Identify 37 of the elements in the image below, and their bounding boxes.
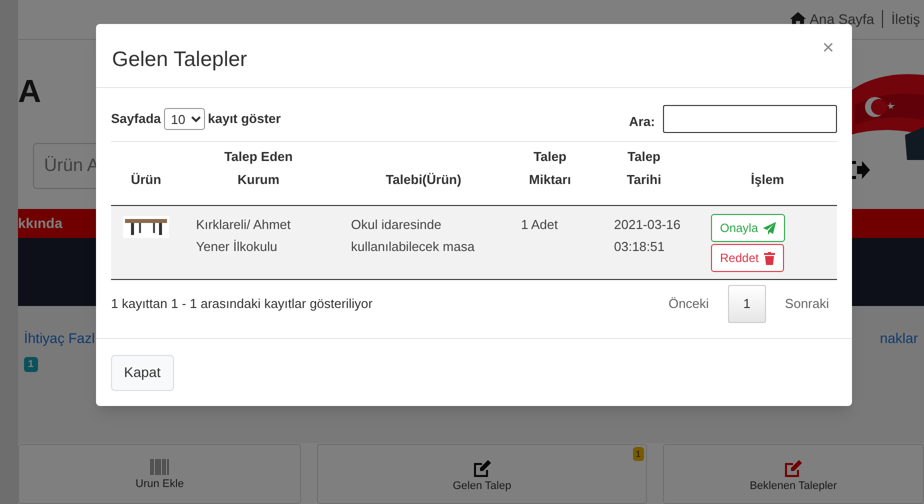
nav-link[interactable]: İletiş bbox=[891, 8, 920, 30]
pagination-button[interactable]: Önceki bbox=[660, 284, 717, 322]
column-header[interactable]: Talep Eden Kurum bbox=[216, 145, 302, 191]
column-header[interactable]: Talep Miktarı bbox=[525, 145, 575, 191]
page-size-select[interactable]: 10 bbox=[164, 108, 205, 130]
nav-link[interactable]: kkında bbox=[18, 213, 62, 234]
dashboard-card[interactable]: Gelen Talep 1 bbox=[317, 444, 647, 504]
column-header[interactable]: Ürün bbox=[130, 168, 162, 191]
column-header[interactable]: Talep Tarihi bbox=[619, 145, 669, 191]
pagination-button[interactable]: Sonraki bbox=[776, 284, 837, 322]
column-header[interactable]: Talebi(Ürün) bbox=[386, 168, 462, 191]
barcode-icon bbox=[150, 459, 170, 475]
approve-button[interactable]: Onayla bbox=[711, 214, 786, 242]
table-info: 1 kayıttan 1 - 1 arasındaki kayıtlar gösteriliyor bbox=[111, 294, 373, 313]
length-label: Sayfada bbox=[111, 110, 161, 128]
search-label: Ara: bbox=[628, 113, 655, 132]
modal-title: Gelen Talepler bbox=[112, 46, 248, 73]
trash-icon bbox=[764, 252, 775, 264]
close-button[interactable]: Kapat bbox=[111, 354, 174, 390]
edit-icon bbox=[472, 459, 492, 477]
table-cell-text: Okul idaresinde kullanılabilecek masa bbox=[351, 216, 476, 256]
logo-text: A bbox=[18, 74, 42, 111]
count-badge: 1 bbox=[24, 357, 38, 372]
edit-icon bbox=[783, 459, 804, 477]
dashboard-card[interactable]: Beklenen Talepler bbox=[662, 444, 924, 504]
close-button[interactable]: × bbox=[822, 38, 834, 58]
column-header[interactable]: İşlem bbox=[750, 168, 784, 191]
table-cell: 1 Adet bbox=[521, 217, 558, 232]
send-icon bbox=[763, 222, 776, 234]
search-field[interactable] bbox=[663, 105, 837, 133]
count-badge: 1 bbox=[632, 447, 644, 461]
reject-button[interactable]: Reddet bbox=[711, 244, 784, 272]
dashboard-card[interactable]: Urun Ekle bbox=[18, 444, 302, 504]
pagination-button[interactable]: 1 bbox=[728, 284, 766, 322]
table-cell-text: 2021-03-16 03:18:51 bbox=[614, 216, 682, 256]
table-cell-text: Kırklareli/ Ahmet Yener İlkokulu bbox=[196, 216, 292, 256]
length-label: kayıt göster bbox=[208, 110, 281, 128]
